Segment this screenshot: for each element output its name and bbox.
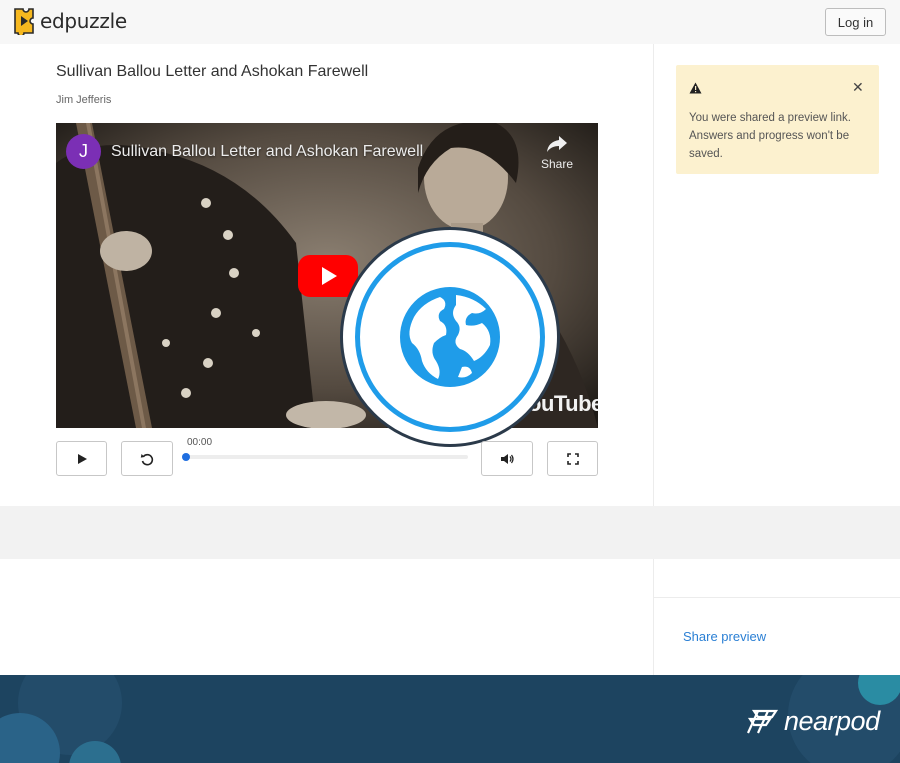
- progress-knob[interactable]: [182, 453, 190, 461]
- play-icon: [77, 453, 87, 464]
- warning-icon: [689, 82, 702, 94]
- preview-notice: ✕ You were shared a preview link. Answer…: [676, 65, 879, 174]
- play-button[interactable]: [56, 441, 107, 476]
- share-arrow-icon: [547, 136, 567, 152]
- share-preview-link[interactable]: Share preview: [683, 629, 766, 644]
- close-icon[interactable]: ✕: [852, 79, 864, 96]
- login-button[interactable]: Log in: [825, 8, 886, 36]
- replay-button[interactable]: [121, 441, 173, 476]
- globe-badge: [340, 227, 560, 447]
- video-author: Jim Jefferis: [56, 94, 112, 106]
- volume-button[interactable]: [481, 441, 533, 476]
- share-label: Share: [540, 157, 574, 171]
- current-time: 00:00: [187, 437, 213, 448]
- share-button[interactable]: Share: [536, 135, 578, 171]
- notice-message: You were shared a preview link. Answers …: [689, 112, 851, 160]
- globe-icon: [400, 287, 500, 387]
- fullscreen-button[interactable]: [547, 441, 598, 476]
- top-header: edpuzzle Log in: [0, 0, 900, 44]
- puzzle-logo-icon: [14, 8, 34, 35]
- brand-name: edpuzzle: [40, 9, 127, 33]
- fullscreen-icon: [566, 452, 579, 465]
- edpuzzle-logo[interactable]: edpuzzle: [12, 7, 127, 35]
- lower-column-divider: [653, 559, 654, 675]
- replay-icon: [140, 453, 154, 465]
- sidebar-divider: [654, 597, 900, 598]
- nearpod-footer: nearpod: [0, 675, 900, 763]
- video-title: Sullivan Ballou Letter and Ashokan Farew…: [56, 63, 369, 80]
- nearpod-logo[interactable]: nearpod: [746, 706, 880, 737]
- nearpod-mark-icon: [746, 709, 779, 733]
- channel-avatar[interactable]: J: [66, 134, 101, 169]
- progress-track[interactable]: [185, 455, 468, 459]
- embed-video-title[interactable]: Sullivan Ballou Letter and Ashokan Farew…: [111, 143, 423, 161]
- separator-band: [0, 506, 900, 559]
- column-divider: [653, 44, 654, 506]
- volume-icon: [501, 453, 514, 464]
- nearpod-wordmark: nearpod: [784, 706, 880, 736]
